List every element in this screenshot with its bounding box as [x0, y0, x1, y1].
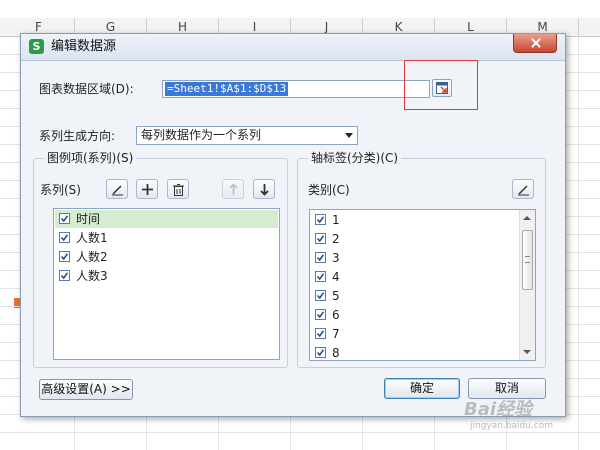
category-row[interactable]: 4: [311, 268, 518, 286]
category-value: 8: [332, 346, 340, 360]
arrow-up-icon: [229, 183, 238, 195]
category-value: 2: [332, 232, 340, 246]
series-row-0[interactable]: 时间: [55, 210, 278, 228]
series-name: 人数1: [76, 231, 108, 245]
checkbox[interactable]: [315, 214, 326, 225]
dialog-title: 编辑数据源: [51, 39, 117, 54]
checkbox[interactable]: [315, 252, 326, 263]
edit-series-button[interactable]: [106, 179, 128, 199]
move-up-button[interactable]: [222, 179, 244, 199]
edit-data-source-dialog: S 编辑数据源 图表数据区域(D): =Sheet1!$A$1:$D$13 系列…: [20, 33, 566, 417]
pencil-icon: [112, 185, 123, 196]
chart-range-value: =Sheet1!$A$1:$D$13: [165, 82, 289, 96]
scrollbar-thumb[interactable]: [522, 230, 533, 290]
checkbox[interactable]: [315, 309, 326, 320]
watermark-brand: Bai经验: [464, 399, 533, 420]
series-name: 人数2: [76, 250, 108, 264]
series-row-1[interactable]: 人数1: [55, 229, 278, 247]
checkbox[interactable]: [315, 347, 326, 358]
checkbox[interactable]: [59, 232, 70, 243]
category-value: 7: [332, 327, 340, 341]
category-row[interactable]: 7: [311, 325, 518, 343]
series-name: 时间: [76, 212, 101, 226]
advanced-settings-button[interactable]: 高级设置(A) >>: [39, 379, 133, 400]
edit-category-button[interactable]: [512, 179, 534, 199]
checkbox[interactable]: [315, 328, 326, 339]
checkbox[interactable]: [315, 271, 326, 282]
scroll-up-arrow-icon[interactable]: [523, 216, 531, 220]
category-row[interactable]: 6: [311, 306, 518, 324]
category-row[interactable]: 5: [311, 287, 518, 305]
series-direction-select[interactable]: 每列数据作为一个系列: [136, 126, 358, 145]
arrow-down-icon: [260, 184, 269, 196]
wps-app-icon: S: [29, 39, 44, 54]
move-down-button[interactable]: [253, 179, 275, 199]
category-row[interactable]: 1: [311, 211, 518, 229]
legend-group-title: 图例项(系列)(S): [44, 151, 137, 166]
vertical-scrollbar[interactable]: [519, 210, 535, 360]
category-row[interactable]: 2: [311, 230, 518, 248]
scroll-down-arrow-icon[interactable]: [523, 350, 531, 354]
trash-icon: [173, 184, 184, 196]
range-select-button[interactable]: [432, 79, 452, 97]
close-button[interactable]: [513, 34, 557, 53]
ok-button[interactable]: 确定: [384, 378, 460, 399]
range-picker-icon: [436, 82, 448, 94]
plus-icon: [142, 184, 153, 195]
series-direction-label: 系列生成方向:: [39, 129, 116, 143]
category-label: 类别(C): [308, 183, 350, 197]
checkbox[interactable]: [59, 270, 70, 281]
pencil-icon: [518, 185, 529, 196]
checkbox[interactable]: [315, 233, 326, 244]
category-row[interactable]: 3: [311, 249, 518, 267]
chart-range-input[interactable]: =Sheet1!$A$1:$D$13: [162, 80, 430, 98]
category-value: 3: [332, 251, 340, 265]
category-value: 1: [332, 213, 340, 227]
checkbox[interactable]: [59, 251, 70, 262]
category-value: 6: [332, 308, 340, 322]
add-series-button[interactable]: [136, 179, 158, 199]
series-name: 人数3: [76, 269, 108, 283]
category-list[interactable]: 1 2 3 4 5 6 7 8: [309, 209, 536, 361]
category-value: 4: [332, 270, 340, 284]
checkbox[interactable]: [315, 290, 326, 301]
series-row-2[interactable]: 人数2: [55, 248, 278, 266]
delete-series-button[interactable]: [167, 179, 189, 199]
category-value: 5: [332, 289, 340, 303]
checkbox[interactable]: [59, 213, 70, 224]
grid-line: [0, 432, 600, 433]
legend-entries-group: 图例项(系列)(S) 系列(S) 时间 人数1 人数2 人数3: [33, 151, 288, 368]
dialog-titlebar[interactable]: S 编辑数据源: [21, 34, 565, 61]
axis-group-title: 轴标签(分类)(C): [308, 151, 402, 166]
series-label: 系列(S): [40, 183, 81, 197]
series-list[interactable]: 时间 人数1 人数2 人数3: [53, 208, 280, 360]
grid-line: [578, 36, 579, 450]
watermark-url: jingyan.baidu.com: [470, 421, 554, 431]
category-row[interactable]: 8: [311, 344, 518, 360]
axis-labels-group: 轴标签(分类)(C) 类别(C) 1 2 3 4 5 6 7 8: [297, 151, 546, 368]
series-direction-value: 每列数据作为一个系列: [141, 128, 262, 142]
chevron-down-icon: [345, 133, 353, 138]
series-row-3[interactable]: 人数3: [55, 267, 278, 285]
chart-range-label: 图表数据区域(D):: [39, 82, 134, 96]
